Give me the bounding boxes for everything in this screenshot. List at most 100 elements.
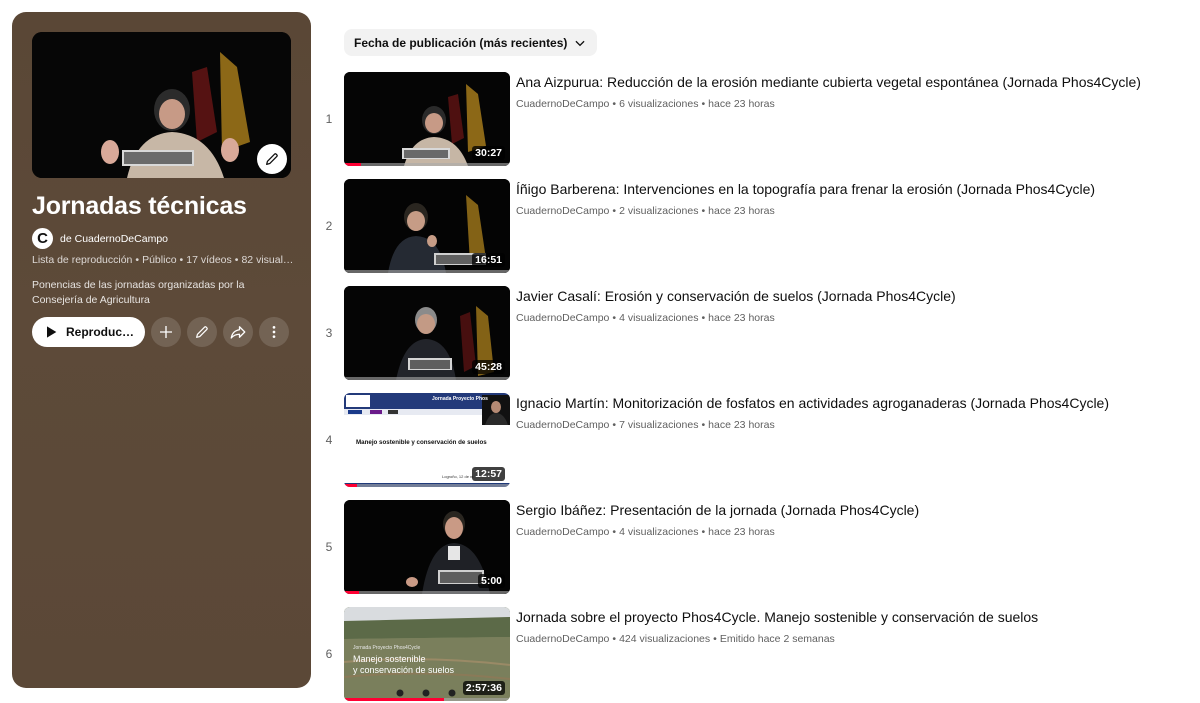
playlist-type: Lista de reproducción <box>32 254 133 266</box>
play-all-label: Reproducir todo <box>66 325 136 339</box>
watch-progress-bar <box>344 698 444 701</box>
owner-prefix: de <box>60 232 75 245</box>
video-duration: 30:27 <box>472 146 505 160</box>
playlist-video-row[interactable]: 1 30:27 Ana Aizpurua: Reducción de la er… <box>316 72 1196 166</box>
playlist-video-row[interactable]: 6 Jornada Proyecto Phos4Cycle Manejo sos… <box>316 607 1196 701</box>
playlist-thumbnail-image <box>32 32 291 178</box>
video-age: hace 23 horas <box>708 419 775 431</box>
chevron-down-icon <box>575 40 585 46</box>
video-title[interactable]: Ana Aizpurua: Reducción de la erosión me… <box>516 74 1141 90</box>
video-thumbnail[interactable]: Jornada Proyecto Phos4Cycle Manejo soste… <box>344 607 510 701</box>
video-duration: 12:57 <box>472 467 505 481</box>
video-views: 7 visualizaciones <box>619 419 699 431</box>
add-to-playlist-button[interactable] <box>151 317 181 347</box>
video-age: hace 23 horas <box>708 205 775 217</box>
video-meta: CuadernoDeCampo • 4 visualizaciones • hace 2… <box>516 312 775 324</box>
video-title[interactable]: Jornada sobre el proyecto Phos4Cycle. Ma… <box>516 609 1038 625</box>
video-channel[interactable]: CuadernoDeCampo <box>516 419 609 431</box>
avatar[interactable]: C <box>32 228 53 249</box>
video-age: hace 23 horas <box>708 98 775 110</box>
video-views: 4 visualizaciones <box>619 312 699 324</box>
video-channel[interactable]: CuadernoDeCampo <box>516 526 609 538</box>
video-duration: 16:51 <box>472 253 505 267</box>
playlist-actions: Reproducir todo <box>32 317 289 347</box>
video-age: hace 23 horas <box>708 526 775 538</box>
video-age: hace 23 horas <box>708 312 775 324</box>
sort-dropdown[interactable]: Fecha de publicación (más recientes) <box>344 29 598 56</box>
video-index: 1 <box>325 112 333 126</box>
more-vert-icon <box>272 326 276 338</box>
video-channel[interactable]: CuadernoDeCampo <box>516 312 609 324</box>
watch-progress-track <box>344 270 510 273</box>
playlist-visibility[interactable]: Público <box>142 254 176 266</box>
video-thumbnail[interactable]: 5:00 <box>344 500 510 594</box>
share-icon <box>230 326 246 339</box>
video-channel[interactable]: CuadernoDeCampo <box>516 205 609 217</box>
playlist-video-row[interactable]: 4 Jornada Proyecto Phos Manejo sostenibl… <box>316 393 1196 487</box>
video-channel[interactable]: CuadernoDeCampo <box>516 633 609 645</box>
video-views: 424 visualizaciones <box>619 633 711 645</box>
video-meta: CuadernoDeCampo • 6 visualizaciones • hace 2… <box>516 98 775 110</box>
video-title[interactable]: Sergio Ibáñez: Presentación de la jornad… <box>516 502 919 518</box>
video-views: 6 visualizaciones <box>619 98 699 110</box>
video-meta: CuadernoDeCampo • 7 visualizaciones • hace 2… <box>516 419 775 431</box>
slide-header: Jornada Proyecto Phos <box>432 396 488 402</box>
playlist-meta: Lista de reproducción • Público • 17 vídeos •… <box>32 254 294 266</box>
video-duration: 5:00 <box>477 574 505 588</box>
watch-progress-bar <box>344 591 359 594</box>
plus-icon <box>160 326 172 338</box>
slide-title: Manejo sostenible y conservación de suel… <box>356 439 487 446</box>
playlist-header-panel: Jornadas técnicas C de CuadernoDeCampo L… <box>12 12 311 688</box>
video-index: 4 <box>325 433 333 447</box>
video-thumbnail[interactable]: Jornada Proyecto Phos Manejo sostenible … <box>344 393 510 487</box>
owner-channel[interactable]: CuadernoDeCampo <box>75 233 168 245</box>
watch-progress-bar <box>344 163 361 166</box>
playlist-video-count: 17 vídeos <box>186 254 232 266</box>
playlist-video-row[interactable]: 2 16:51 Íñigo Barberena: Intervenciones … <box>316 179 1196 273</box>
video-title[interactable]: Javier Casalí: Erosión y conservación de… <box>516 288 956 304</box>
watch-progress-track <box>344 377 510 380</box>
play-all-button[interactable]: Reproducir todo <box>32 317 145 347</box>
playlist-owner[interactable]: C de CuadernoDeCampo <box>32 228 168 249</box>
playlist-thumbnail[interactable] <box>32 32 291 178</box>
video-index: 5 <box>325 540 333 554</box>
video-views: 4 visualizaciones <box>619 526 699 538</box>
video-title[interactable]: Ignacio Martín: Monitorización de fosfat… <box>516 395 1109 411</box>
playlist-views: 82 visualizaciones <box>241 254 294 266</box>
watch-progress-bar <box>344 484 358 487</box>
video-index: 3 <box>325 326 333 340</box>
edit-playlist-button[interactable] <box>187 317 217 347</box>
video-thumbnail[interactable]: 30:27 <box>344 72 510 166</box>
video-meta: CuadernoDeCampo • 424 visualizaciones • Emit… <box>516 633 835 645</box>
video-age: Emitido hace 2 semanas <box>719 633 835 645</box>
pencil-icon <box>266 153 278 165</box>
overlay-line1: Manejo sostenible <box>353 654 426 664</box>
overlay-small-text: Jornada Proyecto Phos4Cycle <box>353 645 421 651</box>
slide-footer: Logroño, 12 de m <box>442 474 474 479</box>
overlay-line2: y conservación de suelos <box>353 665 455 675</box>
pencil-icon <box>196 326 208 338</box>
watch-progress-track <box>344 484 510 487</box>
video-meta: CuadernoDeCampo • 2 visualizaciones • hace 2… <box>516 205 775 217</box>
share-button[interactable] <box>223 317 253 347</box>
video-duration: 2:57:36 <box>462 681 505 695</box>
watch-progress-track <box>344 591 510 594</box>
video-thumbnail[interactable]: 16:51 <box>344 179 510 273</box>
playlist-title: Jornadas técnicas <box>32 192 247 220</box>
video-channel[interactable]: CuadernoDeCampo <box>516 98 609 110</box>
video-meta: CuadernoDeCampo • 4 visualizaciones • hace 2… <box>516 526 775 538</box>
video-views: 2 visualizaciones <box>619 205 699 217</box>
more-options-button[interactable] <box>259 317 289 347</box>
playlist-page: Jornadas técnicas C de CuadernoDeCampo L… <box>0 0 1200 703</box>
video-title[interactable]: Íñigo Barberena: Intervenciones en la to… <box>516 181 1095 197</box>
edit-thumbnail-button[interactable] <box>257 144 287 174</box>
sort-label: Fecha de publicación (más recientes) <box>354 35 568 50</box>
video-index: 6 <box>325 647 333 661</box>
video-duration: 45:28 <box>472 360 505 374</box>
owner-name[interactable]: de CuadernoDeCampo <box>60 233 168 245</box>
playlist-video-row[interactable]: 3 45:28 Javier Casalí: Erosión y conserv… <box>316 286 1196 380</box>
playlist-description[interactable]: Ponencias de las jornadas organizadas po… <box>32 278 294 308</box>
video-index: 2 <box>325 219 333 233</box>
video-thumbnail[interactable]: 45:28 <box>344 286 510 380</box>
playlist-video-row[interactable]: 5 5:00 Sergio Ibáñez: Presentación de la… <box>316 500 1196 594</box>
